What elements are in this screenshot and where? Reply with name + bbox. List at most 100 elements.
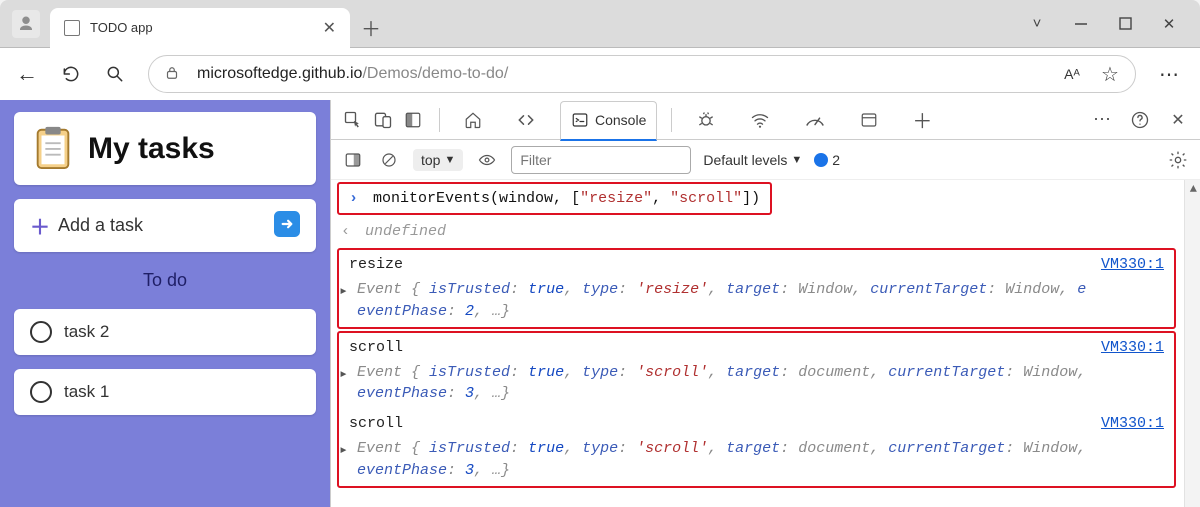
event-source-link[interactable]: VM330:1 — [1101, 256, 1164, 273]
clear-console-button[interactable] — [377, 148, 401, 172]
undefined-value: undefined — [365, 223, 446, 240]
event-name: scroll — [349, 339, 403, 356]
search-button[interactable] — [104, 63, 126, 85]
maximize-button[interactable] — [1116, 15, 1134, 33]
reading-mode-button[interactable]: Aᴬ — [1061, 63, 1083, 85]
caret-down-button[interactable]: ˅ — [1028, 15, 1046, 33]
task-checkbox[interactable] — [30, 381, 52, 403]
devtools-toolbar: Console ＋ ⋯ ✕ — [331, 100, 1200, 140]
clipboard-icon — [30, 124, 76, 173]
filter-input[interactable] — [511, 146, 691, 174]
back-button[interactable]: ← — [16, 63, 38, 85]
help-icon — [1130, 110, 1150, 130]
return-icon: ‹ — [341, 223, 350, 240]
tab-network[interactable] — [740, 100, 780, 140]
event-body[interactable]: Event { isTrusted: true, type: 'scroll',… — [339, 362, 1174, 410]
new-tab-button[interactable]: ＋ — [350, 8, 392, 48]
console-scrollbar[interactable]: ▲ — [1184, 180, 1200, 507]
devtools-panel: Console ＋ ⋯ ✕ — [330, 100, 1200, 507]
tab-console-label: Console — [595, 112, 646, 128]
tab-elements[interactable] — [506, 100, 546, 140]
task-item[interactable]: task 2 — [14, 309, 316, 355]
bug-icon — [696, 110, 716, 130]
minimize-button[interactable] — [1072, 15, 1090, 33]
submit-task-button[interactable] — [274, 211, 300, 240]
tab-performance[interactable] — [794, 100, 836, 140]
page-header-card: My tasks — [14, 112, 316, 185]
console-filter-bar: top ▼ Default levels ▼ 2 — [331, 140, 1200, 180]
eye-icon — [478, 151, 496, 169]
tab-close-button[interactable]: ✕ — [323, 18, 336, 38]
performance-icon — [804, 110, 826, 130]
tab-console[interactable]: Console — [560, 101, 657, 141]
console-return-line: ‹ undefined — [331, 217, 1182, 246]
context-select[interactable]: top ▼ — [413, 149, 463, 171]
issues-button[interactable]: 2 — [814, 152, 840, 168]
live-expression-button[interactable] — [475, 148, 499, 172]
add-task-label: Add a task — [58, 215, 143, 236]
todo-section-heading: To do — [14, 270, 316, 291]
dock-icon — [404, 111, 422, 129]
person-icon — [17, 15, 35, 33]
tab-welcome[interactable] — [454, 100, 492, 140]
log-levels-select[interactable]: Default levels ▼ — [703, 152, 802, 168]
tab-title: TODO app — [90, 20, 313, 35]
refresh-button[interactable] — [60, 63, 82, 85]
devtools-more-button[interactable]: ⋯ — [1090, 108, 1114, 132]
inspect-icon — [343, 110, 363, 130]
issue-count: 2 — [832, 152, 840, 168]
wifi-icon — [750, 110, 770, 130]
context-value: top — [421, 152, 440, 168]
cmd-arg2: "scroll" — [670, 190, 742, 207]
devtools-help-button[interactable] — [1128, 108, 1152, 132]
console-command-highlight: › monitorEvents(window, ["resize", "scro… — [337, 182, 772, 215]
task-checkbox[interactable] — [30, 321, 52, 343]
tab-application[interactable] — [850, 100, 888, 140]
event-body[interactable]: Event { isTrusted: true, type: 'resize',… — [339, 279, 1174, 327]
event-body[interactable]: Event { isTrusted: true, type: 'scroll',… — [339, 438, 1174, 486]
home-icon — [464, 111, 482, 129]
task-item[interactable]: task 1 — [14, 369, 316, 415]
refresh-icon — [61, 64, 81, 84]
console-body[interactable]: ▲ › monitorEvents(window, ["resize", "sc… — [331, 180, 1200, 507]
title-bar: TODO app ✕ ＋ ˅ ✕ — [0, 0, 1200, 48]
caret-down-icon: ▼ — [791, 154, 802, 166]
clear-icon — [380, 151, 398, 169]
scrollbar-up-icon[interactable]: ▲ — [1190, 182, 1197, 196]
url-host: microsoftedge.github.io — [197, 65, 362, 83]
event-body-pre: Event { — [357, 281, 420, 298]
window-controls: ˅ ✕ — [1028, 15, 1200, 33]
code-icon — [516, 110, 536, 130]
more-tabs-button[interactable]: ＋ — [902, 100, 942, 140]
prompt-icon: › — [349, 190, 358, 207]
add-task-label-group: ＋ Add a task — [30, 211, 143, 240]
issue-badge-icon — [814, 153, 828, 167]
event-source-link[interactable]: VM330:1 — [1101, 415, 1164, 432]
close-window-button[interactable]: ✕ — [1160, 15, 1178, 33]
device-icon — [373, 110, 393, 130]
toggle-sidebar-button[interactable] — [341, 148, 365, 172]
page-heading: My tasks — [88, 132, 300, 166]
cmd-prefix: monitorEvents(window, [ — [373, 190, 580, 207]
content-area: My tasks ＋ Add a task To do task 2 task … — [0, 100, 1200, 507]
maximize-icon — [1119, 17, 1132, 30]
site-info-button[interactable] — [163, 64, 181, 85]
devtools-close-button[interactable]: ✕ — [1166, 108, 1190, 132]
tab-sources[interactable] — [686, 100, 726, 140]
add-task-card[interactable]: ＋ Add a task — [14, 199, 316, 252]
console-event-highlight: scroll VM330:1 Event { isTrusted: true, … — [337, 331, 1176, 488]
device-toggle-button[interactable] — [371, 108, 395, 132]
dock-side-button[interactable] — [401, 108, 425, 132]
more-menu-button[interactable]: ⋯ — [1158, 63, 1180, 85]
inspect-button[interactable] — [341, 108, 365, 132]
favorite-button[interactable]: ☆ — [1099, 63, 1121, 85]
event-source-link[interactable]: VM330:1 — [1101, 339, 1164, 356]
console-settings-button[interactable] — [1166, 148, 1190, 172]
address-bar[interactable]: microsoftedge.github.io/Demos/demo-to-do… — [148, 55, 1136, 93]
nav-bar: ← microsoftedge.github.io/Demos/demo-to-… — [0, 48, 1200, 100]
browser-tab[interactable]: TODO app ✕ — [50, 8, 350, 48]
lock-icon — [163, 64, 181, 82]
log-levels-label: Default levels — [703, 152, 787, 168]
url-path: /Demos/demo-to-do/ — [362, 65, 508, 83]
profile-avatar[interactable] — [12, 10, 40, 38]
